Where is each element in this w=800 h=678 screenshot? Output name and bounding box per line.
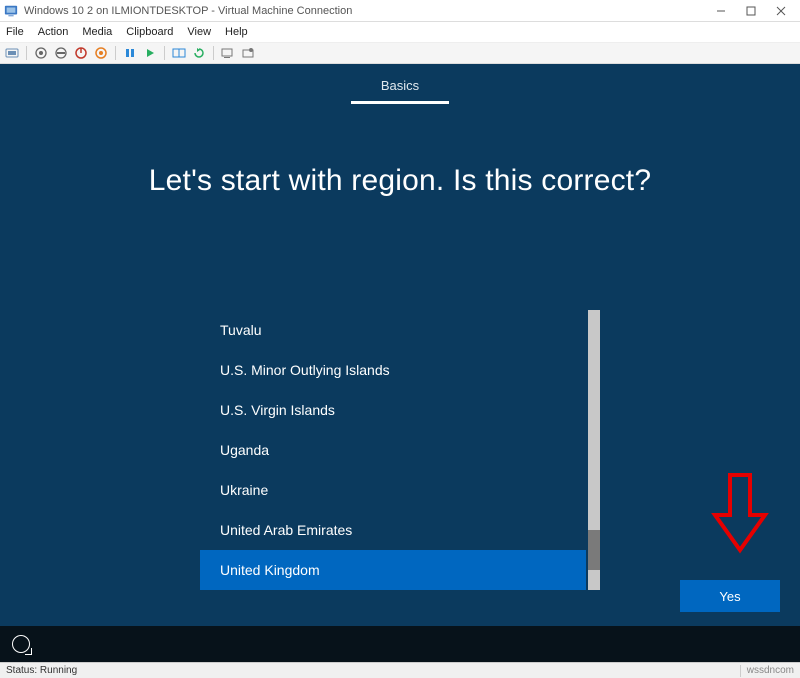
toolbar-separator: [213, 46, 214, 60]
tab-basics[interactable]: Basics: [351, 78, 449, 104]
statusbar: Status: Running wssdncom: [0, 662, 800, 678]
enhanced-session-icon[interactable]: [220, 45, 236, 61]
checkpoint-icon[interactable]: [171, 45, 187, 61]
window-controls: [706, 0, 796, 22]
region-item[interactable]: Tuvalu: [200, 310, 586, 350]
oobe-footer: [0, 626, 800, 662]
watermark-text: wssdncom: [747, 665, 794, 676]
region-item[interactable]: United Kingdom: [200, 550, 586, 590]
titlebar: Windows 10 2 on ILMIONTDESKTOP - Virtual…: [0, 0, 800, 22]
share-icon[interactable]: [240, 45, 256, 61]
ease-of-access-icon[interactable]: [12, 635, 30, 653]
ctrl-alt-del-icon[interactable]: [4, 45, 20, 61]
close-button[interactable]: [766, 0, 796, 22]
menu-view[interactable]: View: [187, 26, 211, 38]
region-item[interactable]: United Arab Emirates: [200, 510, 586, 550]
menu-media[interactable]: Media: [82, 26, 112, 38]
toolbar: [0, 42, 800, 64]
region-list: TuvaluU.S. Minor Outlying IslandsU.S. Vi…: [200, 310, 600, 590]
scrollbar-thumb[interactable]: [588, 530, 600, 570]
status-separator: [740, 665, 741, 677]
region-item[interactable]: Ukraine: [200, 470, 586, 510]
oobe-tabs: Basics: [0, 78, 800, 104]
region-item[interactable]: Uganda: [200, 430, 586, 470]
window-title: Windows 10 2 on ILMIONTDESKTOP - Virtual…: [24, 5, 706, 17]
scrollbar[interactable]: [588, 310, 600, 590]
yes-button[interactable]: Yes: [680, 580, 780, 612]
status-text: Status: Running: [6, 665, 734, 676]
oobe-screen: Basics Let's start with region. Is this …: [0, 64, 800, 662]
shutdown-icon[interactable]: [73, 45, 89, 61]
menu-file[interactable]: File: [6, 26, 24, 38]
maximize-button[interactable]: [736, 0, 766, 22]
region-item[interactable]: U.S. Minor Outlying Islands: [200, 350, 586, 390]
menubar: File Action Media Clipboard View Help: [0, 22, 800, 42]
menu-clipboard[interactable]: Clipboard: [126, 26, 173, 38]
reset-icon[interactable]: [142, 45, 158, 61]
page-title: Let's start with region. Is this correct…: [0, 164, 800, 198]
start-icon[interactable]: [33, 45, 49, 61]
toolbar-separator: [115, 46, 116, 60]
revert-icon[interactable]: [191, 45, 207, 61]
region-item[interactable]: U.S. Virgin Islands: [200, 390, 586, 430]
turnoff-icon[interactable]: [53, 45, 69, 61]
toolbar-separator: [26, 46, 27, 60]
vm-app-icon: [4, 4, 18, 18]
menu-help[interactable]: Help: [225, 26, 248, 38]
save-icon[interactable]: [93, 45, 109, 61]
pause-icon[interactable]: [122, 45, 138, 61]
toolbar-separator: [164, 46, 165, 60]
minimize-button[interactable]: [706, 0, 736, 22]
vm-display: Basics Let's start with region. Is this …: [0, 64, 800, 662]
menu-action[interactable]: Action: [38, 26, 69, 38]
